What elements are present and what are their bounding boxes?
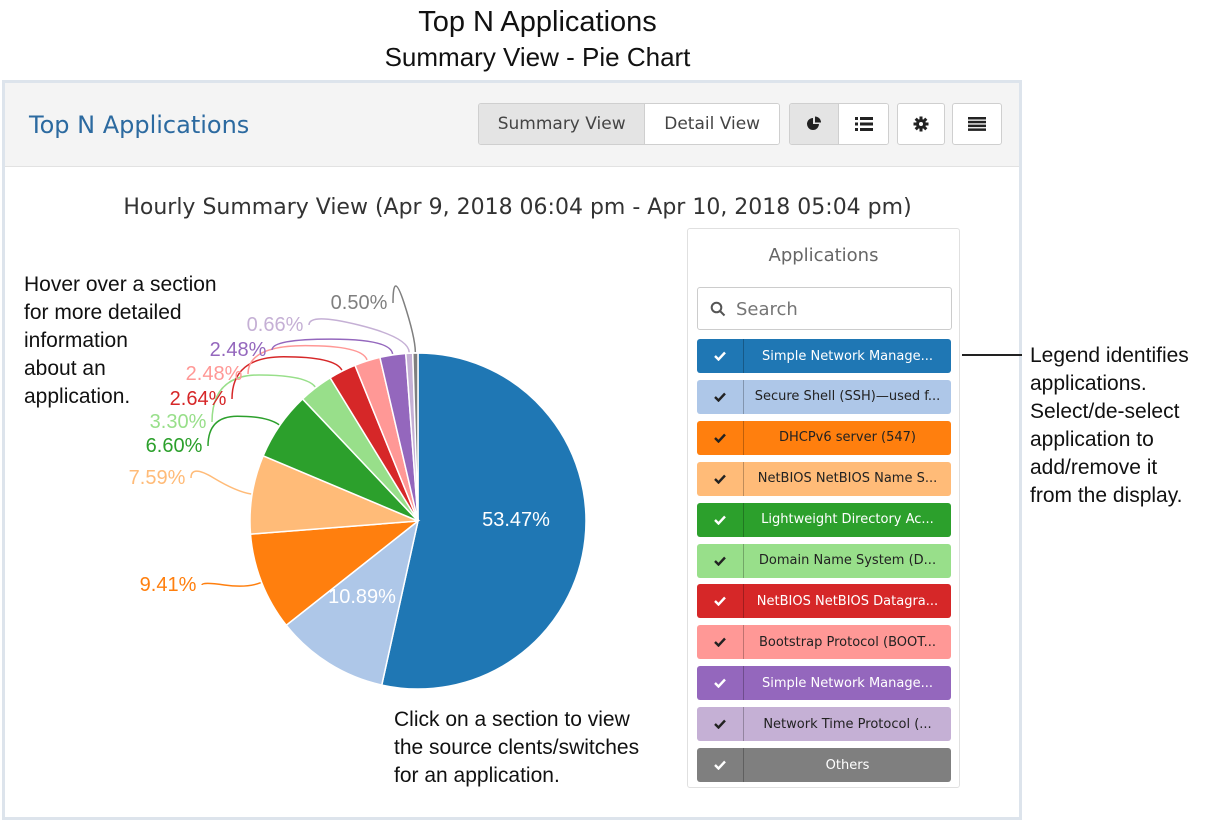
- annotation-line: information: [24, 329, 128, 352]
- slice-label: 2.48%: [210, 339, 267, 361]
- legend-item-label: NetBIOS NetBIOS Datagra...: [756, 593, 939, 609]
- legend-item-label: Lightweight Directory Ac...: [761, 512, 934, 528]
- search-icon: [710, 301, 726, 317]
- slice-label: 0.50%: [331, 292, 388, 314]
- legend-item-label: DHCPv6 server (547): [778, 430, 917, 446]
- applications-legend: Applications Simple Network Manage... Sec…: [687, 228, 960, 788]
- menu-icon: [968, 117, 986, 131]
- legend-item[interactable]: Simple Network Manage...: [697, 339, 951, 373]
- annotation-line: the source clents/switches: [394, 736, 640, 759]
- list-view-button[interactable]: [838, 104, 888, 144]
- annotation-line: add/remove it: [1030, 456, 1158, 479]
- annotation-line: application to: [1030, 428, 1154, 451]
- annotation-line: about an: [24, 357, 106, 380]
- hover-annotation: Hover over a section for more detailed i…: [24, 271, 217, 411]
- annotation-line: Legend identifies: [1030, 344, 1189, 367]
- legend-item[interactable]: NetBIOS NetBIOS Datagra...: [697, 584, 951, 619]
- slice-label: 53.47%: [482, 509, 550, 531]
- legend-item-label: Bootstrap Protocol (BOOT...: [758, 634, 937, 650]
- menu-button[interactable]: [952, 103, 1002, 145]
- pie-chart-button[interactable]: [790, 104, 839, 144]
- legend-item[interactable]: Simple Network Manage...: [697, 666, 951, 701]
- legend-item[interactable]: Bootstrap Protocol (BOOT...: [697, 625, 951, 660]
- annotation-line: Select/de-select: [1030, 400, 1180, 423]
- slice-label: 6.60%: [146, 435, 203, 457]
- checkmark-icon[interactable]: [697, 748, 744, 782]
- legend-item-label: Domain Name System (D...: [758, 553, 937, 568]
- legend-item-label: NetBIOS NetBIOS Name S...: [757, 471, 938, 487]
- legend-item[interactable]: Lightweight Directory Ac...: [697, 502, 951, 537]
- legend-item[interactable]: NetBIOS NetBIOS Name S...: [697, 461, 951, 496]
- slice-label: 10.89%: [328, 586, 396, 608]
- legend-item[interactable]: Secure Shell (SSH)—used f...: [697, 379, 951, 414]
- annotation-line: for more detailed: [24, 301, 182, 324]
- legend-item-label: Simple Network Manage...: [762, 675, 933, 691]
- annotation-line: for an application.: [394, 764, 560, 787]
- slice-leader-line: [190, 470, 252, 495]
- legend-item[interactable]: DHCPv6 server (547): [697, 420, 951, 455]
- legend-callout-line: [962, 354, 1022, 356]
- slice-leader-line: [207, 415, 280, 447]
- slice-label: 0.66%: [247, 314, 304, 336]
- slice-leader-line: [392, 285, 417, 353]
- annotation-line: Click on a section to view: [394, 708, 630, 731]
- checkmark-icon[interactable]: [697, 625, 744, 660]
- checkmark-icon[interactable]: [697, 707, 744, 742]
- annotation-line: applications.: [1030, 372, 1147, 395]
- checkmark-icon[interactable]: [697, 339, 744, 373]
- slice-leader-line: [308, 318, 410, 353]
- search-input[interactable]: [734, 294, 948, 325]
- annotation-line: application.: [24, 385, 131, 408]
- checkmark-icon[interactable]: [697, 502, 744, 537]
- checkmark-icon[interactable]: [697, 584, 744, 619]
- legend-item-label: Simple Network Manage...: [762, 348, 933, 364]
- legend-item[interactable]: Domain Name System (D...: [697, 543, 951, 578]
- list-icon: [854, 117, 873, 131]
- legend-item-label: Others: [825, 757, 870, 773]
- legend-item[interactable]: Network Time Protocol (...: [697, 707, 951, 742]
- annotation-line: from the display.: [1030, 484, 1183, 507]
- slice-label: 7.59%: [129, 467, 186, 489]
- legend-annotation: Legend identifies applications. Select/d…: [1030, 342, 1189, 510]
- legend-item[interactable]: Others: [697, 748, 951, 782]
- chart-type-toggle: [789, 103, 889, 145]
- gear-icon: [913, 116, 929, 132]
- pie-chart-icon: [807, 116, 821, 130]
- slice-label: 9.41%: [140, 574, 197, 596]
- checkmark-icon[interactable]: [697, 461, 744, 496]
- checkmark-icon[interactable]: [697, 420, 744, 455]
- annotation-line: Hover over a section: [24, 273, 217, 296]
- legend-title: Applications: [768, 245, 879, 266]
- checkmark-icon[interactable]: [697, 666, 744, 701]
- slice-label: 3.30%: [150, 411, 207, 433]
- checkmark-icon[interactable]: [697, 543, 744, 578]
- click-annotation: Click on a section to view the source cl…: [394, 706, 639, 790]
- legend-search: [697, 287, 952, 330]
- slice-leader-line: [201, 582, 261, 587]
- checkmark-icon[interactable]: [697, 379, 744, 414]
- legend-item-label: Secure Shell (SSH)—used f...: [754, 389, 941, 405]
- legend-item-label: Network Time Protocol (...: [763, 716, 932, 732]
- settings-button[interactable]: [897, 103, 945, 145]
